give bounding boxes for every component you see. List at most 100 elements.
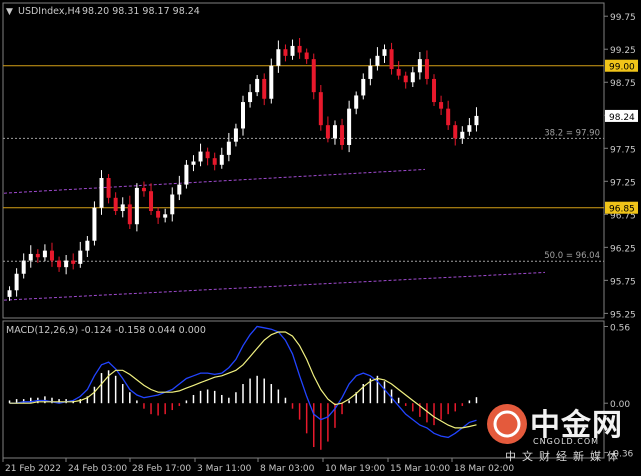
candle-body (304, 52, 309, 60)
x-tick-label: 24 Feb 03:00 (68, 464, 127, 474)
candle-body (156, 211, 161, 218)
y-tick-label: 97.25 (610, 178, 636, 188)
candle-body (78, 250, 83, 264)
header-arrow: ▼ (6, 7, 13, 17)
candle-body (212, 158, 217, 165)
candle-body (198, 151, 203, 162)
y-tick-label: 96.25 (610, 244, 636, 254)
x-tick-label: 10 Mar 19:00 (325, 464, 385, 474)
x-tick-label: 28 Feb 17:00 (132, 464, 191, 474)
y-tick-label: 99.75 (610, 13, 636, 23)
candle-body (396, 69, 401, 76)
macd-line (9, 325, 477, 439)
watermark-url: CNGOLD.COM (533, 437, 600, 446)
candle-body (92, 207, 97, 241)
candle-body (35, 253, 40, 258)
candle-body (325, 125, 330, 139)
candle-body (64, 260, 69, 268)
y-tick-label: 97.75 (610, 145, 636, 155)
y-tick-label: 95.25 (610, 310, 636, 320)
header-ohlc: 98.20 98.31 98.17 98.24 (82, 6, 200, 17)
candle-body (149, 191, 154, 212)
candle-body (7, 290, 12, 297)
candle-body (467, 125, 472, 132)
candle-body (389, 49, 394, 70)
candle-body (297, 45, 302, 53)
candle-body (113, 197, 118, 212)
candle-body (241, 102, 245, 129)
candle-body (120, 204, 125, 212)
candle-body (453, 125, 458, 139)
y-tick-label: 99.25 (610, 46, 636, 56)
candle-body (269, 65, 274, 99)
candle-body (439, 102, 444, 109)
candle-body (134, 187, 139, 225)
candle-body (474, 115, 479, 126)
candle-body (99, 178, 104, 208)
fib-level-label: 50.0 = 96.04 (544, 251, 600, 261)
candle-body (424, 59, 429, 79)
candle-body (219, 154, 224, 165)
x-tick-label: 18 Mar 02:00 (454, 464, 514, 474)
candle-body (21, 260, 26, 274)
watermark-subtitle: 中文财经新媒体 (505, 450, 624, 463)
candle-body (318, 92, 323, 126)
candle-body (446, 108, 451, 126)
level-label: 96.85 (609, 205, 635, 215)
candle-body (375, 55, 380, 66)
candle-body (276, 49, 281, 66)
x-tick-label: 21 Feb 2022 (5, 464, 61, 474)
candle-body (85, 240, 90, 251)
candle-body (332, 125, 337, 139)
candle-body (177, 184, 182, 195)
candle-body (106, 178, 111, 198)
candle-body (460, 131, 465, 139)
candle-body (417, 59, 422, 73)
header-symbol: USDIndex,H4 (18, 6, 81, 17)
candle-body (361, 78, 366, 96)
macd-y-tick-label: 0.56 (610, 323, 630, 333)
trendline (3, 168, 426, 194)
candle-body (255, 78, 260, 93)
candle-body (290, 45, 295, 56)
candle-body (71, 260, 76, 264)
candle-body (226, 141, 231, 155)
candle-body (191, 161, 196, 165)
candle-body (49, 250, 54, 261)
candle-body (262, 78, 267, 99)
candle-body (170, 194, 175, 215)
chart-root: 99.7599.2598.7598.2597.7597.2596.7596.25… (0, 0, 641, 476)
candle-body (28, 253, 33, 261)
candle-body (403, 75, 408, 83)
candle-body (42, 250, 47, 258)
candle-body (283, 49, 288, 56)
watermark-logo-icon (487, 404, 527, 444)
candle-body (311, 59, 316, 93)
last-price-label: 98.24 (609, 113, 635, 123)
candle-body (127, 204, 132, 225)
candle-body (368, 65, 373, 79)
macd-label: MACD(12,26,9) -0.124 -0.158 0.044 0.000 (6, 325, 206, 336)
main-panel-frame (2, 2, 605, 319)
candle-body (163, 214, 168, 218)
candle-body (233, 128, 238, 142)
candle-body (205, 151, 210, 159)
fib-level-label: 38.2 = 97.90 (544, 128, 600, 138)
y-tick-label: 95.75 (610, 277, 636, 287)
candle-body (340, 125, 345, 145)
candle-body (141, 187, 146, 192)
x-tick-label: 3 Mar 11:00 (197, 464, 252, 474)
x-tick-label: 8 Mar 03:00 (260, 464, 315, 474)
y-tick-label: 98.75 (610, 79, 636, 89)
candle-body (382, 49, 387, 56)
candle-body (347, 108, 352, 145)
level-label: 99.00 (609, 63, 635, 73)
candle-body (432, 78, 437, 103)
candle-body (184, 164, 189, 185)
candle-body (410, 72, 415, 83)
candle-body (14, 273, 19, 291)
trendline (3, 271, 546, 301)
candle-body (354, 95, 359, 109)
candle-body (57, 260, 62, 268)
x-tick-label: 15 Mar 10:00 (390, 464, 450, 474)
